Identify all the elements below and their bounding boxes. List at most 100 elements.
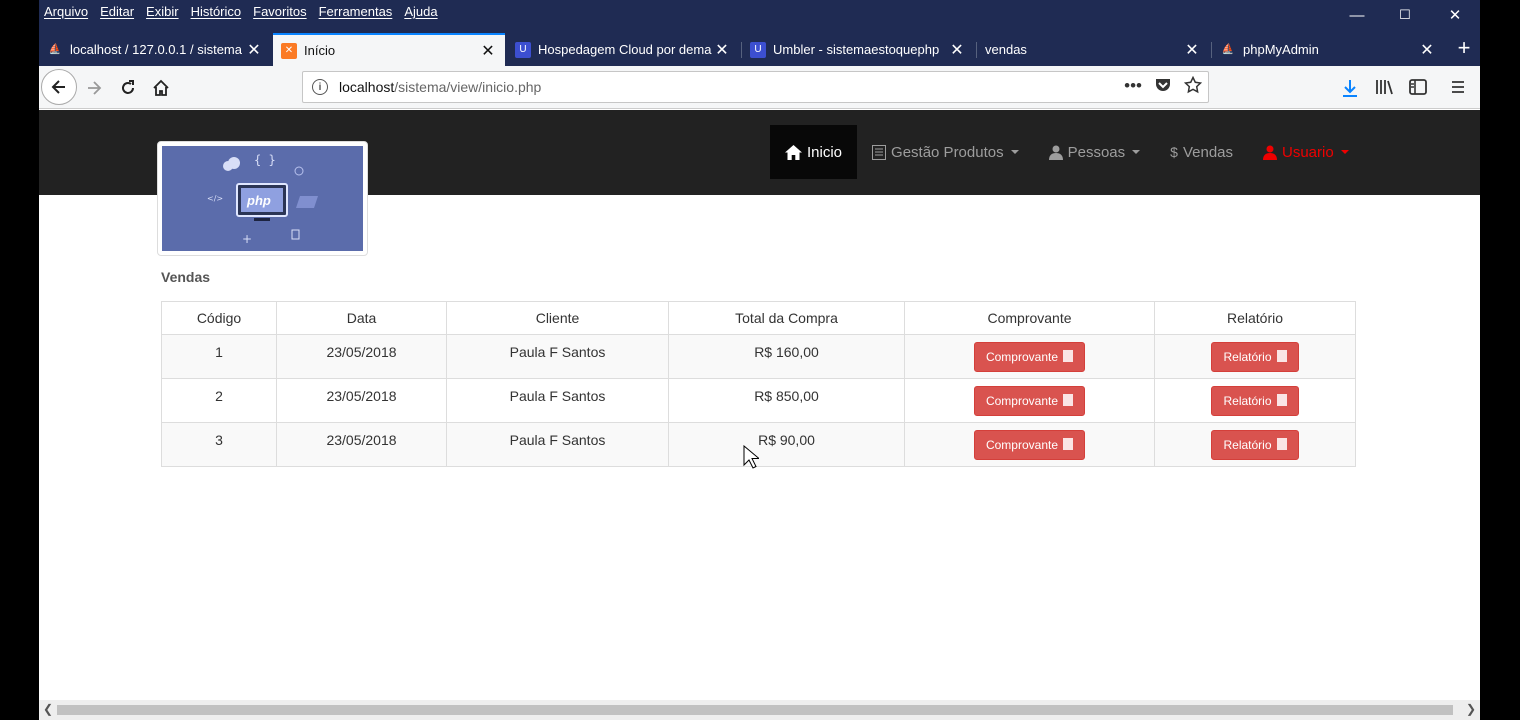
header-data[interactable]: Data <box>276 301 447 335</box>
sales-table: Código Data Cliente Total da Compra Comp… <box>161 301 1356 467</box>
back-button[interactable] <box>41 69 77 105</box>
tab-inicio[interactable]: ✕ Início ✕ <box>273 33 505 66</box>
sidebar-icon[interactable] <box>1408 78 1428 96</box>
list-icon <box>1063 438 1074 450</box>
menu-editar[interactable]: Editar <box>100 4 134 19</box>
nav-usuario[interactable]: Usuario <box>1248 125 1364 179</box>
close-tab-icon[interactable]: ✕ <box>479 41 497 61</box>
page-actions-icon[interactable]: ••• <box>1124 76 1142 96</box>
list-icon <box>1063 394 1074 406</box>
download-icon[interactable] <box>1341 78 1359 98</box>
header-comprovante[interactable]: Comprovante <box>904 301 1155 335</box>
button-label: Relatório <box>1223 438 1272 452</box>
scrollbar-thumb[interactable] <box>57 705 1453 715</box>
nav-pessoas[interactable]: Pessoas <box>1034 125 1156 179</box>
user-icon <box>1263 145 1277 160</box>
menu-favoritos[interactable]: Favoritos <box>253 4 306 19</box>
header-cliente[interactable]: Cliente <box>446 301 669 335</box>
cell-data: 23/05/2018 <box>276 422 447 467</box>
button-label: Comprovante <box>985 438 1059 452</box>
close-tab-icon[interactable]: ✕ <box>1418 40 1436 60</box>
tab-umbler[interactable]: U Umbler - sistemaestoquephp ✕ <box>742 33 974 66</box>
file-icon <box>1276 394 1287 406</box>
tab-bar: ⛵ localhost / 127.0.0.1 / sistema ✕ ✕ In… <box>39 30 1480 66</box>
nav-vendas[interactable]: $ Vendas <box>1155 125 1248 179</box>
tab-vendas[interactable]: vendas ✕ <box>977 33 1209 66</box>
new-tab-button[interactable]: + <box>1449 33 1479 63</box>
cell-cliente: Paula F Santos <box>446 334 669 379</box>
comprovante-button[interactable]: Comprovante <box>973 386 1086 416</box>
forward-button[interactable] <box>77 71 111 105</box>
umbler-icon: U <box>750 41 766 58</box>
comprovante-button[interactable]: Comprovante <box>973 342 1086 372</box>
tab-title: vendas <box>985 42 1027 57</box>
nav-inicio[interactable]: Inicio <box>770 125 858 179</box>
library-icon[interactable] <box>1375 78 1395 96</box>
relatorio-button[interactable]: Relatório <box>1211 386 1299 416</box>
nav-label: Gestão Produtos <box>891 143 1004 161</box>
header-codigo[interactable]: Código <box>161 301 277 335</box>
nav-gestao-produtos[interactable]: Gestão Produtos <box>857 125 1034 179</box>
button-label: Relatório <box>1223 394 1272 408</box>
home-button[interactable] <box>144 71 178 105</box>
menu-historico[interactable]: Histórico <box>191 4 242 19</box>
dollar-icon: $ <box>1170 144 1178 160</box>
tab-title: Umbler - sistemaestoquephp <box>773 42 940 57</box>
nav-label: Pessoas <box>1067 143 1126 161</box>
list-icon <box>1063 350 1074 362</box>
menu-exibir[interactable]: Exibir <box>146 4 179 19</box>
url-bar[interactable]: i localhost/sistema/view/inicio.php ••• <box>302 71 1209 103</box>
cell-total: R$ 160,00 <box>668 334 905 379</box>
header-relatorio[interactable]: Relatório <box>1154 301 1356 335</box>
reload-button[interactable] <box>111 71 145 105</box>
file-icon <box>1276 350 1287 362</box>
table-row: 1 23/05/2018 Paula F Santos R$ 160,00 Co… <box>161 334 1356 379</box>
nav-label: Vendas <box>1182 143 1233 161</box>
screen: Arquivo Editar Exibir Histórico Favorito… <box>0 0 1520 720</box>
header-total[interactable]: Total da Compra <box>668 301 905 335</box>
menu-ajuda[interactable]: Ajuda <box>404 4 437 19</box>
cell-relatorio: Relatório <box>1154 378 1356 423</box>
pocket-icon[interactable] <box>1154 76 1172 94</box>
info-icon[interactable]: i <box>312 79 328 95</box>
svg-text:{ }: { } <box>254 153 276 167</box>
close-tab-icon[interactable]: ✕ <box>1183 40 1201 60</box>
tab-phpmyadmin[interactable]: ⛵ phpMyAdmin ✕ <box>1212 33 1444 66</box>
comprovante-button[interactable]: Comprovante <box>973 430 1086 460</box>
scroll-left-icon[interactable]: ❮ <box>43 702 53 716</box>
bookmark-star-icon[interactable] <box>1184 76 1202 94</box>
horizontal-scrollbar[interactable]: ❮ ❯ <box>39 700 1480 720</box>
hamburger-menu-icon[interactable] <box>1450 79 1466 95</box>
chevron-down-icon <box>1340 150 1349 154</box>
tab-title: Hospedagem Cloud por dema <box>538 42 712 57</box>
menu-arquivo[interactable]: Arquivo <box>44 4 88 19</box>
menu-ferramentas[interactable]: Ferramentas <box>319 4 393 19</box>
relatorio-button[interactable]: Relatório <box>1211 342 1299 372</box>
arrow-left-icon <box>51 80 65 94</box>
close-tab-icon[interactable]: ✕ <box>948 40 966 60</box>
maximize-button[interactable]: ☐ <box>1381 0 1429 30</box>
user-icon <box>1048 145 1063 160</box>
cell-data: 23/05/2018 <box>276 334 447 379</box>
section-title: Vendas <box>161 269 211 285</box>
close-tab-icon[interactable]: ✕ <box>713 40 731 60</box>
tab-hospedagem[interactable]: U Hospedagem Cloud por dema ✕ <box>507 33 739 66</box>
table-row: 2 23/05/2018 Paula F Santos R$ 850,00 Co… <box>161 378 1356 423</box>
scroll-right-icon[interactable]: ❯ <box>1466 702 1476 716</box>
site-logo[interactable]: { } </> + php <box>157 141 368 256</box>
close-tab-icon[interactable]: ✕ <box>245 40 263 60</box>
cell-comprovante: Comprovante <box>904 422 1155 467</box>
cell-comprovante: Comprovante <box>904 378 1155 423</box>
nav-label: Usuario <box>1282 143 1334 161</box>
cell-cliente: Paula F Santos <box>446 378 669 423</box>
close-window-button[interactable]: ✕ <box>1431 0 1479 30</box>
umbler-icon: U <box>515 41 531 58</box>
tab-title: phpMyAdmin <box>1243 42 1319 57</box>
relatorio-button[interactable]: Relatório <box>1211 430 1299 460</box>
logo-text: php <box>247 193 271 208</box>
cell-comprovante: Comprovante <box>904 334 1155 379</box>
tab-phpmyadmin-localhost[interactable]: ⛵ localhost / 127.0.0.1 / sistema ✕ <box>39 33 271 66</box>
mouse-cursor-icon <box>743 445 759 469</box>
minimize-button[interactable]: — <box>1333 0 1381 30</box>
cell-codigo: 2 <box>161 378 277 423</box>
